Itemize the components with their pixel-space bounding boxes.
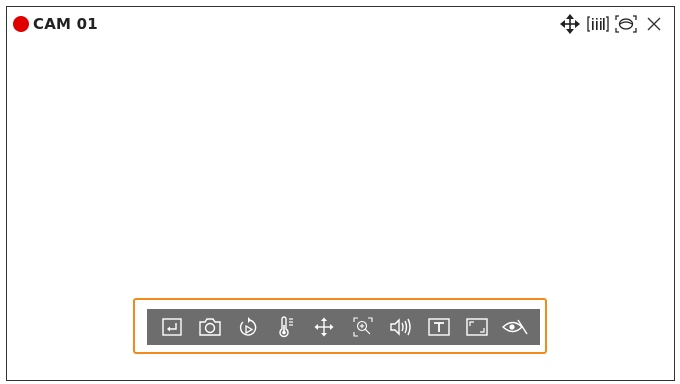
thermal-icon[interactable] [271, 312, 301, 342]
info-icon[interactable] [584, 11, 612, 37]
fit-screen-icon[interactable] [462, 312, 492, 342]
zoom-icon[interactable] [348, 312, 378, 342]
move-icon[interactable] [556, 11, 584, 37]
ptz-move-icon[interactable] [309, 312, 339, 342]
camera-title: CAM 01 [33, 15, 98, 33]
capture-camera-icon[interactable] [195, 312, 225, 342]
text-icon[interactable] [424, 312, 454, 342]
camera-toolbar [147, 309, 540, 345]
audio-icon[interactable] [386, 312, 416, 342]
fisheye-view-icon[interactable] [612, 11, 640, 37]
close-icon[interactable] [640, 11, 668, 37]
return-icon[interactable] [157, 312, 187, 342]
playback-icon[interactable] [233, 312, 263, 342]
camera-header: CAM 01 [13, 14, 98, 34]
privacy-view-icon[interactable] [500, 312, 530, 342]
recording-indicator-icon [13, 16, 29, 32]
viewport-actions [556, 11, 668, 37]
